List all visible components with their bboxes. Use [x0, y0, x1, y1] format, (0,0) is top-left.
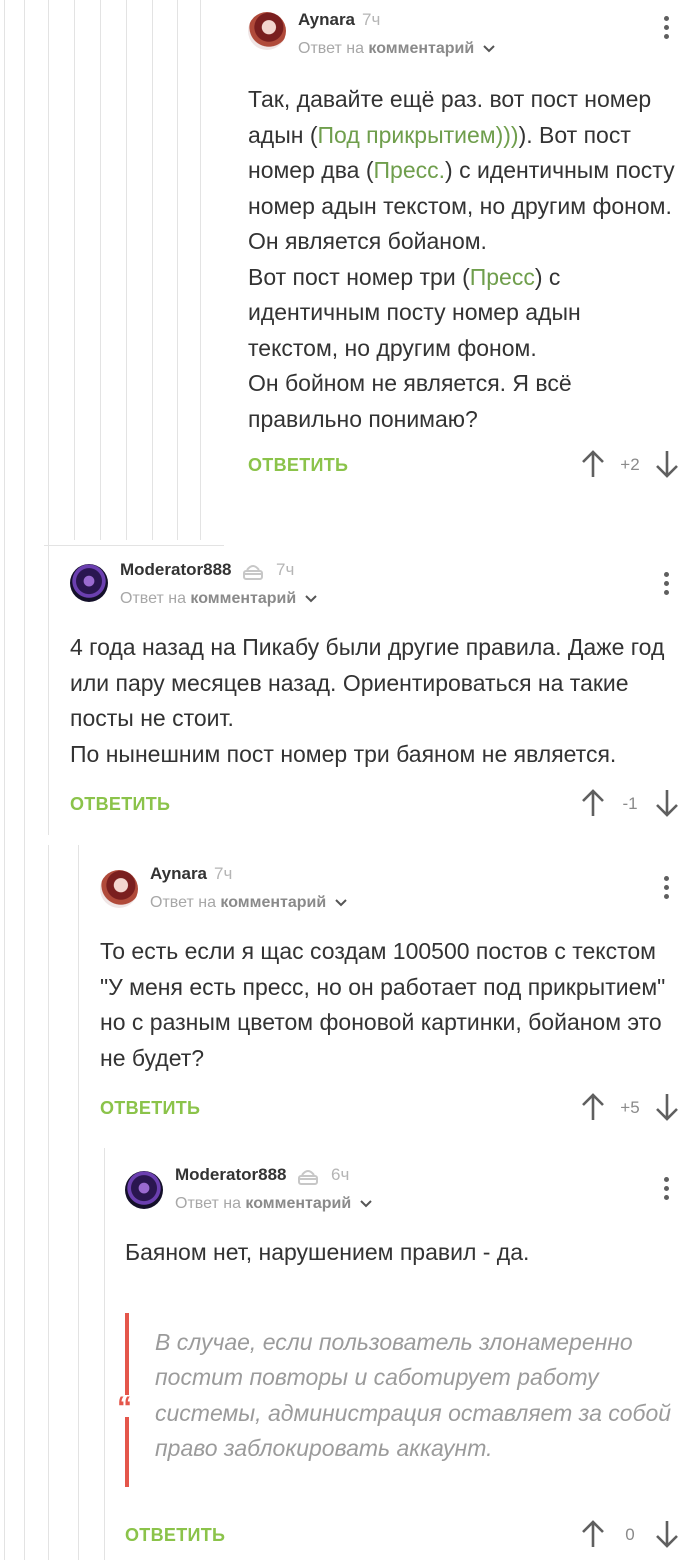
- arrow-up-icon[interactable]: [580, 1092, 606, 1122]
- reply-to[interactable]: Ответ на комментарий: [120, 590, 317, 608]
- reply-to-prefix: Ответ на: [150, 894, 216, 912]
- comment-body: Так, давайте ещё раз. вот пост номер ады…: [248, 82, 676, 437]
- comment-body: 4 года назад на Пикабу были другие прави…: [70, 630, 676, 772]
- timestamp: 7ч: [362, 10, 381, 29]
- comment-header: Moderator888 6ч Ответ на комментарий: [125, 1165, 676, 1225]
- arrow-up-icon[interactable]: [580, 449, 606, 479]
- reply-to-prefix: Ответ на: [175, 1195, 241, 1213]
- arrow-up-icon[interactable]: [580, 1519, 606, 1549]
- arrow-down-icon[interactable]: [654, 1092, 680, 1122]
- comment-header: Aynara 7ч Ответ на комментарий: [100, 864, 676, 924]
- thread-line: [152, 0, 153, 540]
- comment-paragraph: Так, давайте ещё раз. вот пост номер ады…: [248, 82, 676, 260]
- reply-to-target[interactable]: комментарий: [220, 894, 326, 911]
- reply-button[interactable]: ОТВЕТИТЬ: [100, 1098, 200, 1119]
- avatar[interactable]: [125, 1171, 163, 1209]
- chevron-down-icon[interactable]: [482, 40, 495, 58]
- reply-to-target[interactable]: комментарий: [190, 590, 296, 607]
- reply-button[interactable]: ОТВЕТИТЬ: [70, 794, 170, 815]
- reply-to-target[interactable]: комментарий: [245, 1195, 351, 1212]
- thread-connector: [44, 545, 224, 546]
- avatar[interactable]: [70, 564, 108, 602]
- quote-text: В случае, если пользователь злонамеренно…: [155, 1328, 672, 1462]
- comment: Aynara 7ч Ответ на комментарий То есть е…: [100, 864, 678, 1130]
- comment-paragraph: По нынешним пост номер три баяном не явл…: [70, 740, 617, 767]
- author-name[interactable]: Moderator888: [120, 560, 231, 580]
- comment-actions: ОТВЕТИТЬ +2: [248, 447, 678, 487]
- thread-line: [78, 845, 79, 1560]
- reply-to-prefix: Ответ на: [298, 40, 364, 58]
- avatar[interactable]: [100, 870, 138, 908]
- comment-header: Moderator888 7ч Ответ на комментарий: [70, 560, 676, 620]
- reply-to[interactable]: Ответ на комментарий: [150, 894, 347, 912]
- quote-icon: “: [115, 1390, 134, 1424]
- chevron-down-icon[interactable]: [304, 590, 317, 608]
- reply-button[interactable]: ОТВЕТИТЬ: [125, 1525, 225, 1546]
- reply-to-prefix: Ответ на: [120, 590, 186, 608]
- author-name[interactable]: Moderator888: [175, 1165, 286, 1185]
- thread-line: [74, 0, 75, 540]
- author-name[interactable]: Aynara: [298, 10, 355, 30]
- more-vertical-icon[interactable]: [656, 872, 676, 902]
- timestamp: 7ч: [214, 864, 233, 883]
- score: +5: [620, 1098, 640, 1117]
- comment: Moderator888 7ч Ответ на комментарий 4 г…: [70, 560, 678, 826]
- avatar[interactable]: [248, 12, 286, 50]
- score: 0: [625, 1524, 635, 1544]
- comment-actions: ОТВЕТИТЬ 0: [125, 1517, 678, 1557]
- thread-line: [104, 1148, 105, 1560]
- arrow-up-icon[interactable]: [580, 788, 606, 818]
- comment-header: Aynara 7ч Ответ на комментарий: [248, 10, 676, 70]
- post-link[interactable]: Пресс: [470, 264, 535, 290]
- arrow-down-icon[interactable]: [654, 788, 680, 818]
- comment-body: Баяном нет, нарушением правил - да. “ В …: [115, 1235, 676, 1487]
- thread-line: [24, 0, 25, 1560]
- more-vertical-icon[interactable]: [656, 568, 676, 598]
- thread-line: [100, 0, 101, 540]
- score: -1: [622, 794, 638, 813]
- thread-line: [200, 0, 201, 540]
- comment-paragraph: Он бойном не является. Я всё правильно п…: [248, 370, 572, 432]
- reply-to[interactable]: Ответ на комментарий: [175, 1195, 372, 1213]
- score: +2: [620, 455, 640, 474]
- thread-line: [177, 0, 178, 540]
- chevron-down-icon[interactable]: [334, 894, 347, 912]
- reply-button[interactable]: ОТВЕТИТЬ: [248, 455, 348, 476]
- thread-line: [4, 0, 5, 1560]
- post-link[interactable]: Под прикрытием))): [318, 122, 519, 148]
- timestamp: 6ч: [331, 1165, 350, 1184]
- author-name[interactable]: Aynara: [150, 864, 207, 884]
- comment-text: Вот пост номер три (: [248, 263, 470, 290]
- thread-line: [48, 845, 49, 1560]
- thread-line: [48, 0, 49, 835]
- comment-paragraph: 4 года назад на Пикабу были другие прави…: [70, 634, 665, 731]
- more-vertical-icon[interactable]: [656, 12, 676, 42]
- comment-actions: ОТВЕТИТЬ -1: [70, 786, 678, 826]
- reply-to-target[interactable]: комментарий: [368, 40, 474, 57]
- comment-actions: ОТВЕТИТЬ +5: [100, 1090, 678, 1130]
- comment: Aynara 7ч Ответ на комментарий Так, дава…: [248, 10, 678, 487]
- arrow-down-icon[interactable]: [654, 449, 680, 479]
- more-vertical-icon[interactable]: [656, 1173, 676, 1203]
- comment-paragraph: Вот пост номер три (Пресс) с идентичным …: [248, 260, 676, 367]
- reply-to[interactable]: Ответ на комментарий: [298, 40, 495, 58]
- comment-paragraph: Баяном нет, нарушением правил - да.: [125, 1239, 530, 1265]
- blockquote: “ В случае, если пользователь злонамерен…: [115, 1312, 676, 1487]
- comment-paragraph: То есть если я щас создам 100500 постов …: [100, 938, 666, 1071]
- moderator-badge-icon: [242, 562, 264, 587]
- thread-line: [126, 0, 127, 540]
- comment-body: То есть если я щас создам 100500 постов …: [100, 934, 676, 1076]
- comment: Moderator888 6ч Ответ на комментарий Бая…: [115, 1165, 678, 1557]
- moderator-badge-icon: [297, 1167, 319, 1192]
- chevron-down-icon[interactable]: [359, 1195, 372, 1213]
- post-link[interactable]: Пресс.: [374, 157, 446, 183]
- timestamp: 7ч: [276, 560, 295, 579]
- arrow-down-icon[interactable]: [654, 1519, 680, 1549]
